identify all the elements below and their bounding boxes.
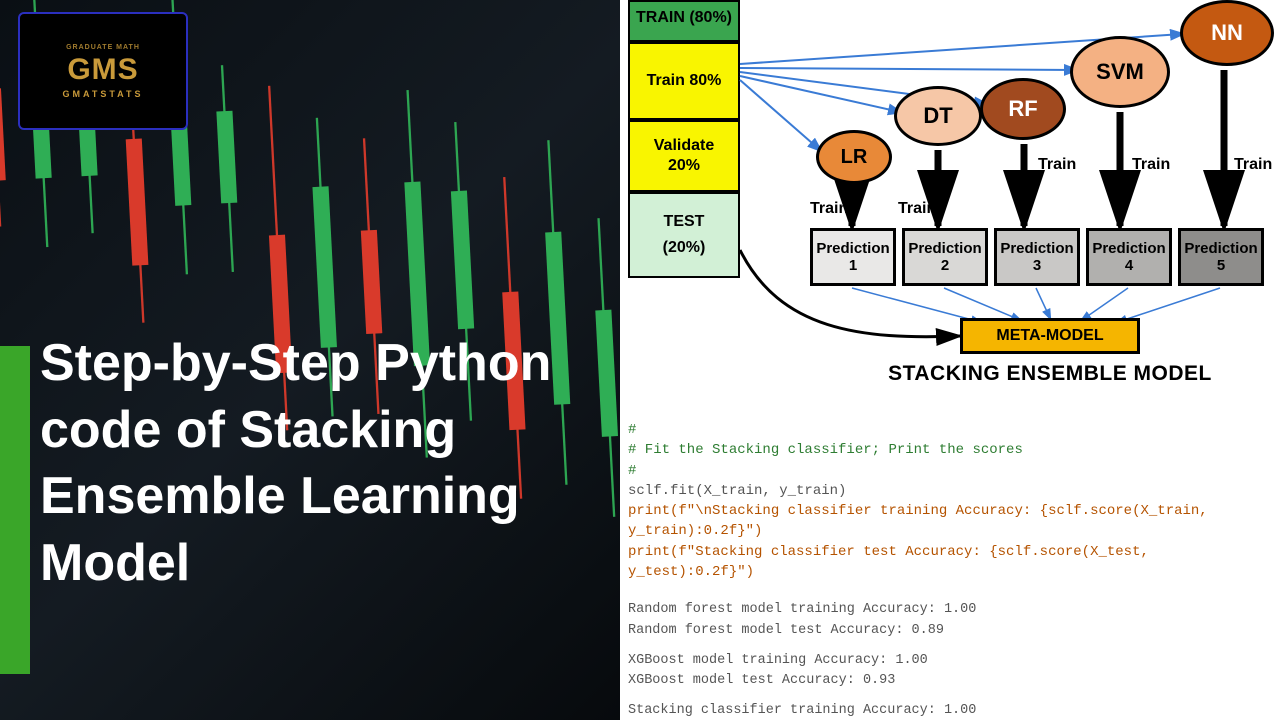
prediction-4: Prediction4 xyxy=(1086,228,1172,286)
channel-logo: GRADUATE MATH GMS GMATSTATS xyxy=(18,12,188,130)
right-panel: TRAIN (80%) Train 80% Validate 20% TEST … xyxy=(620,0,1280,720)
code-line-fit: sclf.fit(X_train, y_train) xyxy=(628,481,1268,501)
page-title: Step-by-Step Python code of Stacking Ens… xyxy=(40,330,620,596)
left-hero-panel: GRADUATE MATH GMS GMATSTATS Step-by-Step… xyxy=(0,0,620,720)
train-label-4: Train xyxy=(1132,156,1170,174)
code-line-print1: print(f"\nStacking classifier training A… xyxy=(628,501,1268,542)
out-stack-train: Stacking classifier training Accuracy: 1… xyxy=(628,701,1268,720)
train-label-1: Train xyxy=(810,200,848,218)
model-lr: LR xyxy=(816,130,892,184)
code-line-print2: print(f"Stacking classifier test Accurac… xyxy=(628,542,1268,583)
data-split-column: TRAIN (80%) Train 80% Validate 20% TEST … xyxy=(628,0,740,278)
train-label-2: Train xyxy=(898,200,936,218)
meta-model-title: STACKING ENSEMBLE MODEL xyxy=(880,362,1220,386)
out-xgb-train: XGBoost model training Accuracy: 1.00 xyxy=(628,651,1268,671)
prediction-5: Prediction5 xyxy=(1178,228,1264,286)
model-svm: SVM xyxy=(1070,36,1170,108)
out-xgb-test: XGBoost model test Accuracy: 0.93 xyxy=(628,671,1268,691)
output-block: Random forest model training Accuracy: 1… xyxy=(628,600,1268,720)
model-nn: NN xyxy=(1180,0,1274,66)
code-comment-2: # Fit the Stacking classifier; Print the… xyxy=(628,440,1268,460)
code-comment-3: # xyxy=(628,461,1268,481)
train-label-5: Train xyxy=(1234,156,1272,174)
split-train-all: TRAIN (80%) xyxy=(628,0,740,42)
model-dt: DT xyxy=(894,86,982,146)
accent-bar xyxy=(0,346,30,674)
logo-sub: GMATSTATS xyxy=(63,89,144,99)
out-rf-test: Random forest model test Accuracy: 0.89 xyxy=(628,621,1268,641)
split-test-l1: TEST xyxy=(664,212,705,232)
prediction-1: Prediction1 xyxy=(810,228,896,286)
split-test: TEST (20%) xyxy=(628,192,740,278)
train-label-3: Train xyxy=(1038,156,1076,174)
split-train: Train 80% xyxy=(628,42,740,120)
split-validate: Validate 20% xyxy=(628,120,740,192)
logo-arc-text: GRADUATE MATH xyxy=(63,44,144,51)
logo-main: GMS xyxy=(63,53,144,87)
split-validate-l1: Validate xyxy=(654,136,714,156)
prediction-row: Prediction1 Prediction2 Prediction3 Pred… xyxy=(810,228,1264,286)
code-panel: # # Fit the Stacking classifier; Print t… xyxy=(628,420,1268,706)
split-validate-l2: 20% xyxy=(668,156,700,176)
split-test-l2: (20%) xyxy=(663,238,706,258)
out-rf-train: Random forest model training Accuracy: 1… xyxy=(628,600,1268,620)
prediction-3: Prediction3 xyxy=(994,228,1080,286)
meta-model-box: META-MODEL xyxy=(960,318,1140,354)
code-comment-1: # xyxy=(628,420,1268,440)
model-rf: RF xyxy=(980,78,1066,140)
meta-model-group: META-MODEL STACKING ENSEMBLE MODEL xyxy=(880,318,1220,386)
prediction-2: Prediction2 xyxy=(902,228,988,286)
